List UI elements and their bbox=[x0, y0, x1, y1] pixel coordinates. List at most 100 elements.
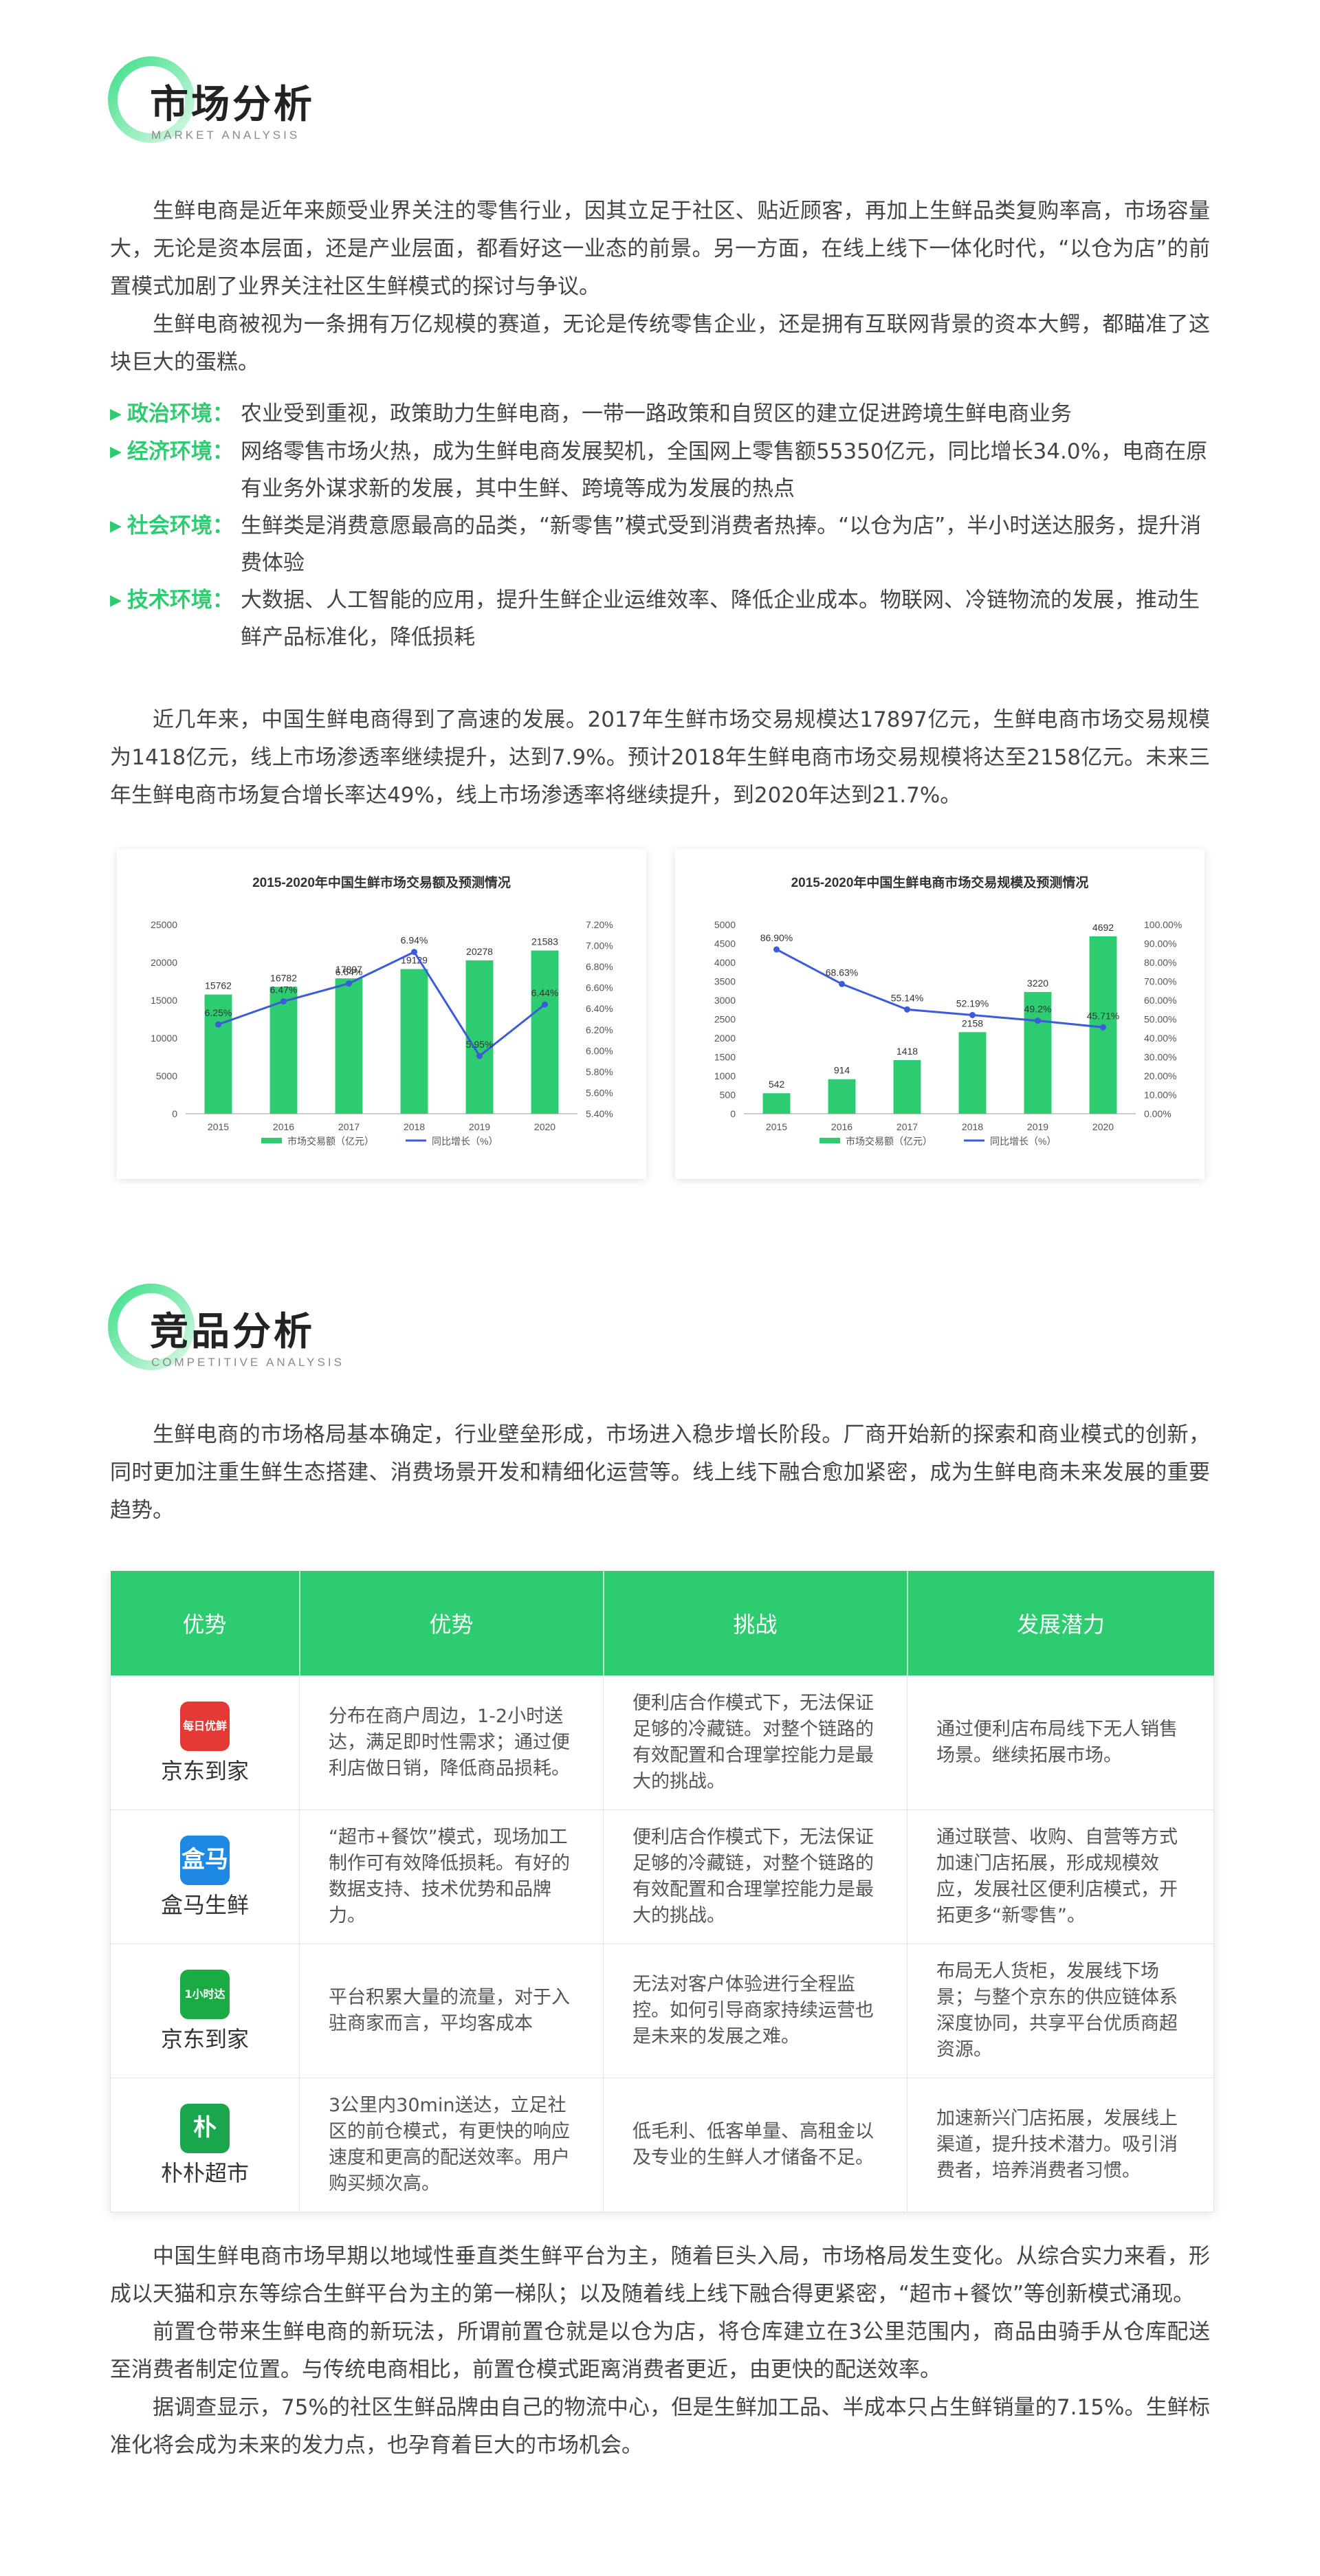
bar bbox=[465, 960, 494, 1114]
x-tick-label: 2017 bbox=[896, 1121, 918, 1132]
bar-value-label: 4692 bbox=[1092, 922, 1114, 933]
challenge-cell: 低毛利、低客单量、高租金以及专业的生鲜人才储备不足。 bbox=[603, 2078, 908, 2212]
y-tick-label-right: 80.00% bbox=[1144, 957, 1176, 968]
brand-cell: 1小时达 京东到家 bbox=[110, 1944, 300, 2078]
hema-logo-icon: 盒马 bbox=[180, 1836, 230, 1885]
y-tick-label-right: 100.00% bbox=[1144, 919, 1182, 930]
env-label: 社会环境： bbox=[126, 514, 234, 538]
triangle-bullet-icon: ▶ bbox=[110, 518, 122, 535]
y-tick-label-left: 2500 bbox=[714, 1014, 736, 1025]
chart-title: 2015-2020年中国生鲜电商市场交易规模及预测情况 bbox=[791, 874, 1089, 890]
y-tick-label-left: 15000 bbox=[151, 995, 177, 1006]
bar bbox=[828, 1079, 856, 1114]
env-item-technology: ▶ 技术环境： 大数据、人工智能的应用，提升生鲜企业运维效率、降低企业成本。物联网… bbox=[110, 582, 1210, 656]
challenge-cell: 便利店合作模式下，无法保证足够的冷藏链，对整个链路的有效配置和合理掌控能力是最大… bbox=[603, 1809, 908, 1944]
y-tick-label-right: 40.00% bbox=[1144, 1033, 1176, 1044]
bar-value-label: 1418 bbox=[896, 1046, 918, 1057]
line-point bbox=[542, 1001, 548, 1008]
table-header-row: 优势 优势 挑战 发展潜力 bbox=[110, 1571, 1214, 1676]
line-value-label: 52.19% bbox=[956, 998, 989, 1009]
env-item-politics: ▶ 政治环境： 农业受到重视，政策助力生鲜电商，一带一路政策和自贸区的建立促进跨境… bbox=[110, 395, 1210, 433]
section-subtitle: MARKET ANALYSIS bbox=[151, 129, 300, 142]
line-point bbox=[773, 946, 780, 953]
y-tick-label-left: 0 bbox=[730, 1108, 736, 1119]
brand-name: 盒马生鲜 bbox=[160, 1892, 249, 1918]
line-point bbox=[215, 1021, 221, 1028]
column-header: 发展潜力 bbox=[907, 1571, 1214, 1676]
advantage-cell: “超市+餐饮”模式，现场加工制作可有效降低损耗。有好的数据支持、技术优势和品牌力… bbox=[299, 1809, 604, 1944]
paragraph: 生鲜电商的市场格局基本确定，行业壁垒形成，市场进入稳步增长阶段。厂商开始新的探索… bbox=[110, 1422, 1210, 1523]
advantage-cell: 分布在商户周边，1-2小时送达，满足即时性需求；通过便利店做日销，降低商品损耗。 bbox=[299, 1675, 604, 1810]
section-title: 竞品分析 bbox=[150, 1310, 315, 1354]
line-point bbox=[1100, 1024, 1106, 1031]
y-tick-label-right: 5.60% bbox=[586, 1087, 613, 1098]
line-point bbox=[969, 1011, 976, 1018]
column-header: 优势 bbox=[110, 1571, 300, 1676]
env-item-economy: ▶ 经济环境： 网络零售市场火热，成为生鲜电商发展契机，全国网上零售额55350亿… bbox=[110, 433, 1210, 507]
legend-label: 同比增长（%） bbox=[432, 1136, 498, 1147]
missfresh-logo-icon: 每日优鲜 bbox=[180, 1702, 230, 1751]
x-tick-label: 2019 bbox=[469, 1121, 490, 1132]
line-series bbox=[217, 950, 546, 1058]
y-tick-label-left: 10000 bbox=[151, 1033, 177, 1044]
y-tick-label-left: 4500 bbox=[714, 938, 736, 949]
section-subtitle: COMPETITIVE ANALYSIS bbox=[151, 1356, 344, 1369]
x-tick-label: 2016 bbox=[273, 1121, 294, 1132]
line-point bbox=[280, 998, 287, 1005]
growth-paragraph: 近几年来，中国生鲜电商得到了高速的发展。2017年生鲜市场交易规模达17897亿… bbox=[110, 701, 1210, 815]
legend-label: 市场交易额（亿元） bbox=[846, 1136, 932, 1147]
legend-swatch-bar bbox=[820, 1138, 840, 1143]
y-tick-label-left: 1500 bbox=[714, 1052, 736, 1063]
y-tick-label-right: 6.20% bbox=[586, 1024, 613, 1035]
x-tick-label: 2018 bbox=[962, 1121, 983, 1132]
line-value-label: 49.2% bbox=[1024, 1004, 1052, 1015]
competitor-table: 优势 优势 挑战 发展潜力 每日优鲜 京东到家 分布在商户周边，1-2小时送达，满足… bbox=[110, 1571, 1214, 2212]
y-tick-label-left: 3000 bbox=[714, 995, 736, 1006]
env-text: 生鲜类是消费意愿最高的品类，“新零售”模式受到消费者热捧。“以仓为店”，半小时送… bbox=[241, 514, 1202, 575]
legend-swatch-bar bbox=[261, 1138, 282, 1143]
x-tick-label: 2015 bbox=[208, 1121, 229, 1132]
challenge-cell: 无法对客户体验进行全程监控。如何引导商家持续运营也是未来的发展之难。 bbox=[603, 1944, 908, 2078]
triangle-bullet-icon: ▶ bbox=[110, 592, 122, 609]
y-tick-label-right: 6.40% bbox=[586, 1003, 613, 1014]
line-value-label: 6.64% bbox=[336, 967, 363, 978]
line-value-label: 6.25% bbox=[205, 1007, 232, 1018]
y-tick-label-right: 60.00% bbox=[1144, 995, 1176, 1006]
line-value-label: 6.47% bbox=[270, 984, 298, 995]
bar-value-label: 2158 bbox=[962, 1017, 983, 1028]
paragraph: 生鲜电商是近年来颇受业界关注的零售行业，因其立足于社区、贴近顾客，再加上生鲜品类… bbox=[110, 199, 1210, 299]
brand-cell: 每日优鲜 京东到家 bbox=[110, 1675, 300, 1810]
x-tick-label: 2016 bbox=[831, 1121, 852, 1132]
advantage-cell: 3公里内30min送达，立足社区的前仓模式，有更快的响应速度和更高的配送效率。用… bbox=[299, 2078, 604, 2212]
triangle-bullet-icon: ▶ bbox=[110, 406, 122, 423]
pupu-logo-icon: 朴 bbox=[180, 2104, 230, 2153]
bar bbox=[270, 987, 298, 1114]
x-tick-label: 2018 bbox=[404, 1121, 425, 1132]
potential-cell: 布局无人货柜，发展线下场景；与整个京东的供应链体系深度协同，共享平台优质商超资源… bbox=[907, 1944, 1214, 2078]
bar bbox=[958, 1032, 987, 1114]
challenge-cell: 便利店合作模式下，无法保证足够的冷藏链。对整个链路的有效配置和合理掌控能力是最大… bbox=[603, 1675, 908, 1810]
paragraph: 前置仓带来生鲜电商的新玩法，所谓前置仓就是以仓为店，将仓库建立在3公里范围内，商… bbox=[110, 2320, 1210, 2382]
y-tick-label-left: 0 bbox=[172, 1108, 177, 1119]
env-item-society: ▶ 社会环境： 生鲜类是消费意愿最高的品类，“新零售”模式受到消费者热捧。“以仓为… bbox=[110, 507, 1210, 582]
bar-value-label: 3220 bbox=[1027, 978, 1048, 989]
y-tick-label-right: 5.40% bbox=[586, 1108, 613, 1119]
x-tick-label: 2020 bbox=[534, 1121, 556, 1132]
potential-cell: 加速新兴门店拓展，发展线上渠道，提升技术潜力。吸引消费者，培养消费者习惯。 bbox=[907, 2078, 1214, 2212]
paragraph: 近几年来，中国生鲜电商得到了高速的发展。2017年生鲜市场交易规模达17897亿… bbox=[110, 707, 1210, 808]
competition-section-header: 竞品分析 COMPETITIVE ANALYSIS bbox=[103, 1279, 516, 1396]
paragraph: 据调查显示，75%的社区生鲜品牌由自己的物流中心，但是生鲜加工品、半成本只占生鲜… bbox=[110, 2395, 1210, 2458]
chart-ecommerce-volume: 2015-2020年中国生鲜电商市场交易规模及预测情况 0 500 1000 1500 2… bbox=[714, 874, 1182, 1147]
line-point bbox=[476, 1053, 483, 1059]
y-tick-label-right: 10.00% bbox=[1144, 1090, 1176, 1101]
brand-cell: 朴朴朴超市 bbox=[110, 2078, 300, 2212]
potential-cell: 通过便利店布局线下无人销售场景。继续拓展市场。 bbox=[907, 1675, 1214, 1810]
x-tick-label: 2017 bbox=[338, 1121, 360, 1132]
y-tick-label-right: 5.80% bbox=[586, 1066, 613, 1077]
y-tick-label-right: 30.00% bbox=[1144, 1052, 1176, 1063]
y-tick-label-right: 70.00% bbox=[1144, 976, 1176, 987]
table-row: 每日优鲜 京东到家 分布在商户周边，1-2小时送达，满足即时性需求；通过便利店做日销… bbox=[110, 1675, 1214, 1810]
chart-market-volume: 2015-2020年中国生鲜市场交易额及预测情况 0 5000 10000 15000 2… bbox=[151, 874, 613, 1147]
line-value-label: 45.71% bbox=[1087, 1010, 1119, 1021]
bar bbox=[531, 950, 559, 1114]
